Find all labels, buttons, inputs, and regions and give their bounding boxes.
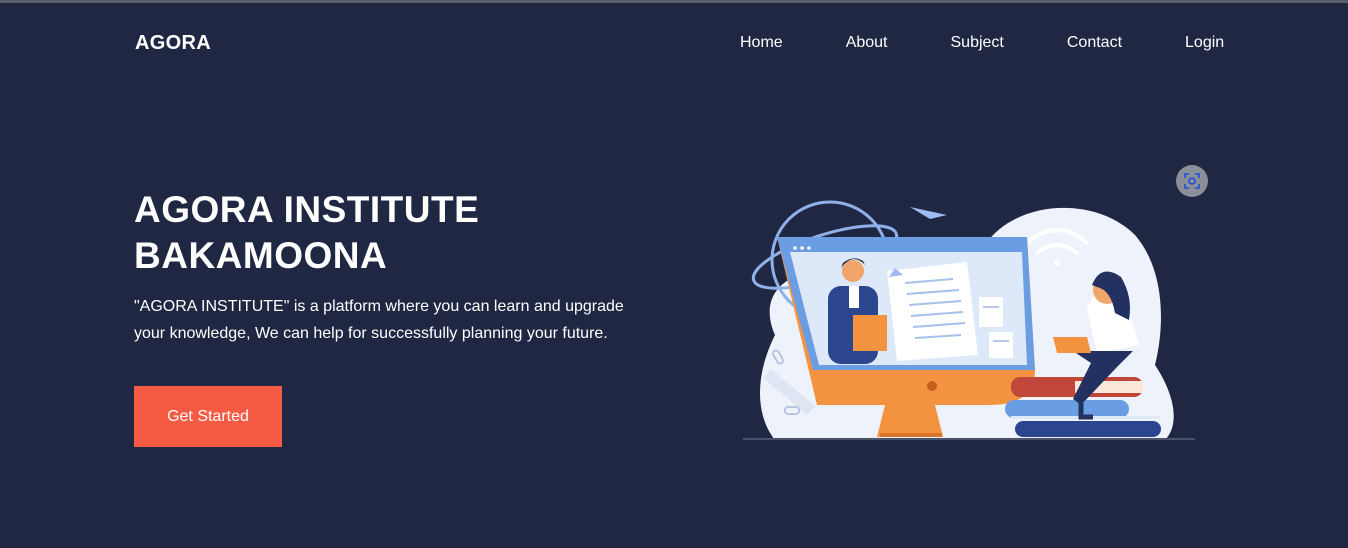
paper-plane-icon xyxy=(910,207,947,219)
nav-contact-link[interactable]: Contact xyxy=(1067,34,1122,52)
hero-title: AGORA INSTITUTE BAKAMOONA xyxy=(134,187,554,279)
main-nav: Home About Subject Contact Login xyxy=(740,34,1224,52)
monitor-stand xyxy=(877,405,943,437)
visual-search-icon[interactable] xyxy=(1176,165,1208,197)
document xyxy=(887,262,978,361)
side-card xyxy=(989,332,1013,358)
site-logo[interactable]: AGORA xyxy=(135,32,211,55)
get-started-button[interactable]: Get Started xyxy=(134,386,282,447)
online-education-illustration xyxy=(743,200,1195,440)
nav-login-link[interactable]: Login xyxy=(1185,34,1224,52)
side-card xyxy=(979,297,1003,327)
monitor-button xyxy=(927,381,937,391)
hero-description: "AGORA INSTITUTE" is a platform where yo… xyxy=(134,298,624,342)
window-top-border xyxy=(0,0,1348,3)
nav-about-link[interactable]: About xyxy=(846,34,888,52)
visual-search-glyph xyxy=(1184,173,1200,189)
book xyxy=(1015,421,1161,437)
nav-home-link[interactable]: Home xyxy=(740,34,783,52)
hero-title-line1: AGORA INSTITUTE xyxy=(134,189,480,230)
nav-subject-link[interactable]: Subject xyxy=(951,34,1004,52)
book xyxy=(1005,400,1129,418)
hero-title-line2: BAKAMOONA xyxy=(134,235,388,276)
